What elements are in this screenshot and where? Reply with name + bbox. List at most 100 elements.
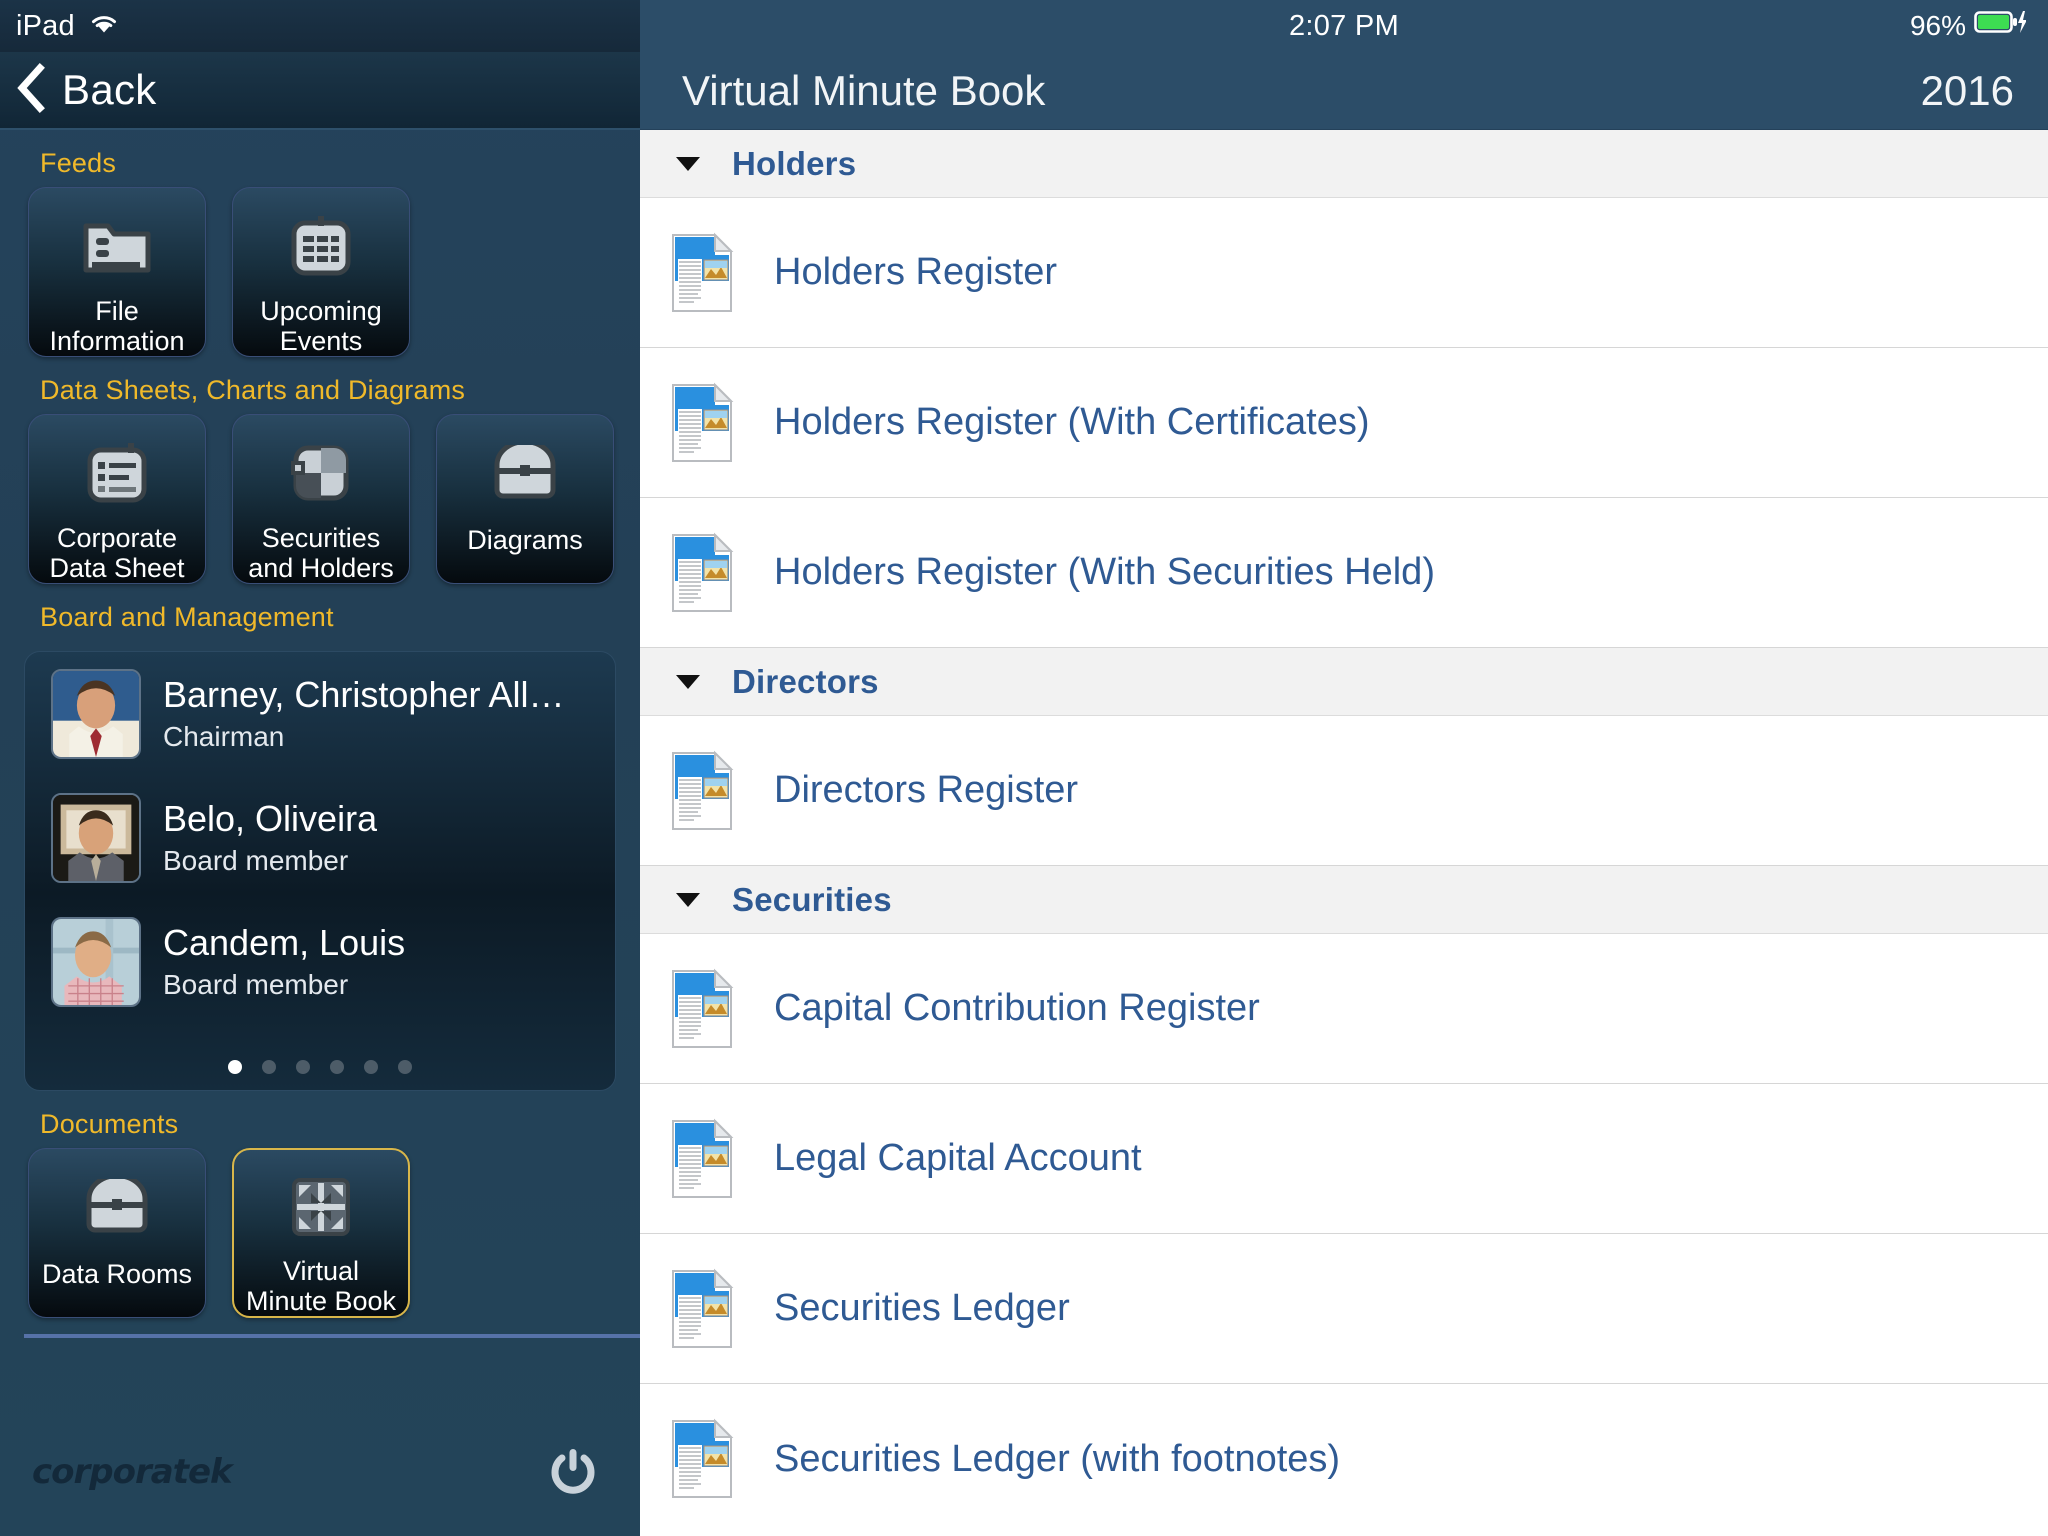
tile-label: Data Rooms (41, 1259, 193, 1289)
board-members-panel: Barney, Christopher All… Chairman Belo, … (24, 651, 616, 1091)
tile-row-data-sheets: Corporate Data Sheet Securities and Hold… (0, 414, 640, 584)
document-icon (670, 750, 734, 832)
document-icon (670, 968, 734, 1050)
document-icon (670, 1268, 734, 1350)
list-item[interactable]: Barney, Christopher All… Chairman (25, 652, 615, 776)
tile-upcoming-events[interactable]: Upcoming Events (232, 187, 410, 357)
tile-virtual-minute-book[interactable]: Virtual Minute Book (232, 1148, 410, 1318)
page-dot[interactable] (398, 1060, 412, 1074)
page-dot[interactable] (228, 1060, 242, 1074)
group-header-directors[interactable]: Directors (640, 648, 2048, 716)
table-row[interactable]: Securities Ledger (with footnotes) (640, 1384, 2048, 1534)
group-title: Securities (732, 880, 892, 918)
ipad-screen: iPad Back Feeds File Information Upcomin… (0, 0, 2048, 1536)
briefcase-icon (80, 1171, 154, 1245)
table-row[interactable]: Holders Register (With Securities Held) (640, 498, 2048, 648)
triangle-down-icon[interactable] (676, 892, 700, 907)
list-item-text: Belo, Oliveira Board member (163, 799, 377, 877)
clipboard-list-icon (80, 437, 154, 509)
pie-quadrant-icon (284, 437, 358, 509)
tile-label: Upcoming Events (260, 295, 382, 356)
page-dot[interactable] (330, 1060, 344, 1074)
corporatek-logo: corporatek (32, 1452, 233, 1492)
page-dot[interactable] (296, 1060, 310, 1074)
main-status-bar: 2:07 PM 96% (640, 0, 2048, 52)
status-clock: 2:07 PM (1288, 9, 1400, 42)
avatar (51, 793, 141, 883)
chevron-left-icon[interactable] (14, 62, 48, 119)
divider (24, 1334, 640, 1338)
section-title-feeds: Feeds (40, 148, 117, 178)
table-row[interactable]: Holders Register (640, 198, 2048, 348)
table-row[interactable]: Legal Capital Account (640, 1084, 2048, 1234)
back-button[interactable]: Back (62, 66, 157, 114)
document-label: Legal Capital Account (774, 1137, 1142, 1179)
battery-percent: 96% (1909, 10, 1966, 41)
table-row[interactable]: Securities Ledger (640, 1234, 2048, 1384)
main-nav-bar: Virtual Minute Book 2016 (640, 52, 2048, 130)
calendar-icon (284, 210, 358, 282)
table-row[interactable]: Capital Contribution Register (640, 934, 2048, 1084)
document-icon (670, 232, 734, 314)
tile-label: Virtual Minute Book (245, 1255, 397, 1316)
sidebar-footer: corporatek (0, 1426, 640, 1536)
person-role: Chairman (163, 720, 285, 752)
tile-label: Corporate Data Sheet (49, 522, 185, 583)
document-label: Holders Register (With Certificates) (774, 401, 1370, 443)
battery-indicator: 96% (1909, 0, 2027, 52)
list-item-text: Barney, Christopher All… Chairman (163, 675, 565, 753)
sidebar-content: Feeds File Information Upcoming Events D… (0, 130, 640, 1536)
document-icon (670, 532, 734, 614)
person-name: Barney, Christopher All… (163, 675, 565, 715)
sidebar-panel: iPad Back Feeds File Information Upcomin… (0, 0, 640, 1536)
page-title: Virtual Minute Book (682, 66, 1046, 114)
page-dot[interactable] (262, 1060, 276, 1074)
section-title-documents: Documents (40, 1109, 179, 1139)
tile-row-documents: Data Rooms Virtual Minute Book (0, 1148, 640, 1318)
tile-data-rooms[interactable]: Data Rooms (28, 1148, 206, 1318)
person-name: Candem, Louis (163, 923, 406, 963)
list-item[interactable]: Candem, Louis Board member (25, 900, 615, 1024)
document-list: Holders Holders Register Holders Registe… (640, 130, 2048, 1534)
sidebar-nav-bar: Back (0, 52, 640, 130)
person-name: Belo, Oliveira (163, 799, 378, 839)
group-header-holders[interactable]: Holders (640, 130, 2048, 198)
triangle-down-icon[interactable] (676, 674, 700, 689)
document-icon (670, 382, 734, 464)
tile-row-feeds: File Information Upcoming Events (0, 187, 640, 357)
person-role: Board member (163, 844, 349, 876)
group-header-securities[interactable]: Securities (640, 866, 2048, 934)
group-title: Holders (732, 144, 857, 182)
power-icon[interactable] (546, 1445, 600, 1499)
tile-label: File Information (49, 295, 185, 356)
sidebar-status-bar: iPad (0, 0, 640, 52)
group-title: Directors (732, 662, 879, 700)
tile-file-information[interactable]: File Information (28, 187, 206, 357)
file-information-icon (80, 210, 154, 282)
table-row[interactable]: Directors Register (640, 716, 2048, 866)
tile-label: Securities and Holders (248, 522, 394, 583)
wifi-icon (89, 13, 119, 40)
tile-securities-and-holders[interactable]: Securities and Holders (232, 414, 410, 584)
document-label: Holders Register (With Securities Held) (774, 551, 1435, 593)
battery-charging-icon (1974, 9, 2027, 43)
document-label: Holders Register (774, 251, 1057, 293)
briefcase-icon (488, 437, 562, 511)
year-label[interactable]: 2016 (1921, 67, 2014, 115)
document-icon (670, 1418, 734, 1500)
tile-corporate-data-sheet[interactable]: Corporate Data Sheet (28, 414, 206, 584)
triangle-down-icon[interactable] (676, 156, 700, 171)
page-dot[interactable] (364, 1060, 378, 1074)
person-role: Board member (163, 968, 349, 1000)
tile-label: Diagrams (467, 525, 583, 555)
document-icon (670, 1118, 734, 1200)
document-label: Securities Ledger (with footnotes) (774, 1437, 1341, 1480)
list-item[interactable]: Belo, Oliveira Board member (25, 776, 615, 900)
section-title-data-sheets: Data Sheets, Charts and Diagrams (40, 375, 466, 405)
avatar (51, 669, 141, 759)
table-row[interactable]: Holders Register (With Certificates) (640, 348, 2048, 498)
page-indicator[interactable] (25, 1060, 615, 1074)
document-label: Directors Register (774, 769, 1079, 811)
minute-book-icon (284, 1172, 358, 1242)
tile-diagrams[interactable]: Diagrams (436, 414, 614, 584)
